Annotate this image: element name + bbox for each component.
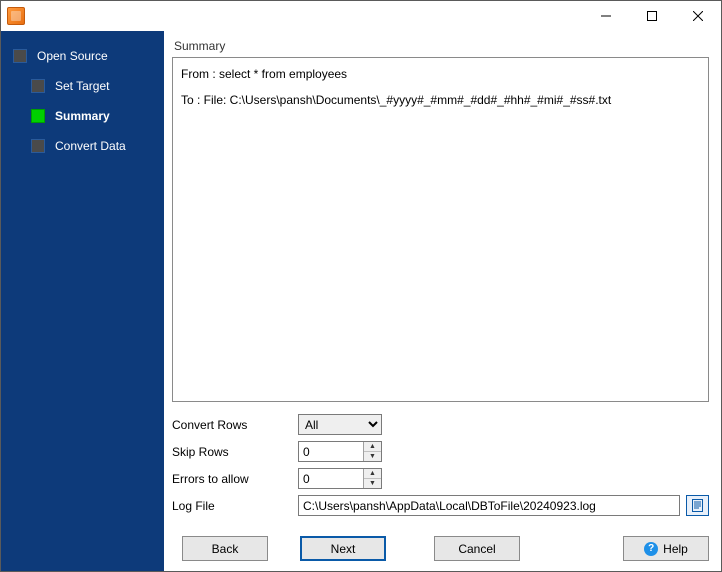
errors-spinner[interactable]: ▲ ▼ <box>298 468 382 489</box>
step-icon <box>31 139 45 153</box>
cancel-button[interactable]: Cancel <box>434 536 520 561</box>
row-errors: Errors to allow ▲ ▼ <box>172 468 709 489</box>
convert-rows-select[interactable]: All <box>298 414 382 435</box>
back-button[interactable]: Back <box>182 536 268 561</box>
body: Open Source Set Target Summary Convert D… <box>1 31 721 571</box>
spin-down-icon[interactable]: ▼ <box>364 479 381 488</box>
nav-label: Open Source <box>37 49 108 63</box>
errors-label: Errors to allow <box>172 472 298 486</box>
spin-up-icon[interactable]: ▲ <box>364 442 381 452</box>
row-convert-rows: Convert Rows All <box>172 414 709 435</box>
nav-summary[interactable]: Summary <box>1 101 164 131</box>
nav-label: Set Target <box>55 79 109 93</box>
main-panel: Summary From : select * from employees T… <box>164 31 721 571</box>
errors-input[interactable] <box>299 469 363 488</box>
spin-up-icon[interactable]: ▲ <box>364 469 381 479</box>
summary-from: From : select * from employees <box>181 64 700 84</box>
row-skip-rows: Skip Rows ▲ ▼ <box>172 441 709 462</box>
panel-title: Summary <box>174 39 709 53</box>
help-button[interactable]: ? Help <box>623 536 709 561</box>
browse-log-button[interactable] <box>686 495 709 516</box>
nav-open-source[interactable]: Open Source <box>1 41 164 71</box>
app-icon <box>7 7 25 25</box>
summary-text: From : select * from employees To : File… <box>172 57 709 402</box>
step-icon <box>31 79 45 93</box>
step-icon <box>13 49 27 63</box>
nav-label: Convert Data <box>55 139 126 153</box>
row-log-file: Log File <box>172 495 709 516</box>
skip-rows-label: Skip Rows <box>172 445 298 459</box>
wizard-buttons: Back Next Cancel ? Help <box>172 536 709 561</box>
options-form: Convert Rows All Skip Rows ▲ ▼ <box>172 414 709 522</box>
document-icon <box>691 499 704 512</box>
maximize-button[interactable] <box>629 1 675 31</box>
log-file-input[interactable] <box>298 495 680 516</box>
next-button[interactable]: Next <box>300 536 386 561</box>
step-icon <box>31 109 45 123</box>
skip-rows-input[interactable] <box>299 442 363 461</box>
convert-rows-label: Convert Rows <box>172 418 298 432</box>
skip-rows-spinner[interactable]: ▲ ▼ <box>298 441 382 462</box>
app-window: Open Source Set Target Summary Convert D… <box>0 0 722 572</box>
minimize-button[interactable] <box>583 1 629 31</box>
log-file-label: Log File <box>172 499 298 513</box>
titlebar <box>1 1 721 31</box>
nav-label: Summary <box>55 109 110 123</box>
nav-convert-data[interactable]: Convert Data <box>1 131 164 161</box>
close-button[interactable] <box>675 1 721 31</box>
sidebar: Open Source Set Target Summary Convert D… <box>1 31 164 571</box>
spin-down-icon[interactable]: ▼ <box>364 452 381 461</box>
summary-to: To : File: C:\Users\pansh\Documents\_#yy… <box>181 90 700 110</box>
nav-set-target[interactable]: Set Target <box>1 71 164 101</box>
help-icon: ? <box>644 542 658 556</box>
